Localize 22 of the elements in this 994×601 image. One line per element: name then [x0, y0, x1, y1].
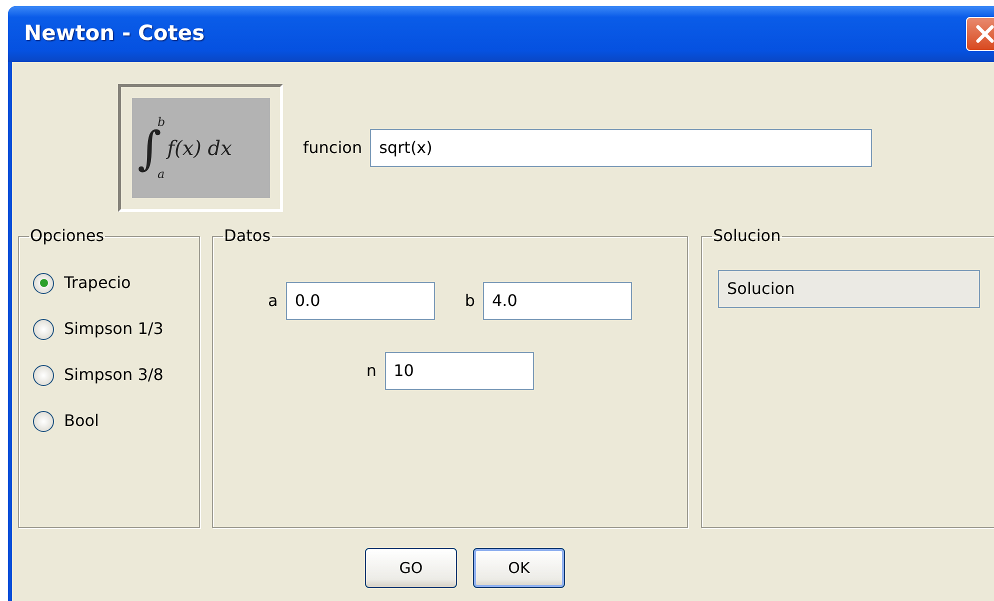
close-button[interactable] — [966, 17, 994, 51]
function-field[interactable]: sqrt(x) — [370, 129, 872, 167]
panel-title: Datos — [223, 228, 272, 244]
ok-button[interactable]: OK — [473, 548, 565, 588]
field-label: funcion — [303, 137, 362, 159]
panel-title: Solucion — [712, 228, 782, 244]
close-icon — [975, 24, 994, 44]
window-title: Newton - Cotes — [24, 20, 205, 48]
number-field[interactable]: 10 — [384, 352, 534, 390]
field-label: n — [366, 360, 377, 382]
number-field[interactable]: 4.0 — [482, 282, 632, 320]
number-field[interactable]: 0.0 — [286, 282, 435, 320]
field-label: a — [268, 290, 278, 312]
radio-option[interactable]: Bool — [33, 398, 99, 444]
go-button[interactable]: GO — [365, 548, 457, 588]
result-field: Solucion — [718, 270, 980, 308]
radio-option[interactable]: Simpson 3/8 — [33, 352, 164, 398]
field-label: b — [464, 290, 475, 312]
radio-option[interactable]: Trapecio — [33, 260, 131, 306]
radio-option[interactable]: Simpson 1/3 — [33, 306, 164, 352]
panel-title: Opciones — [29, 228, 106, 244]
integrand: f(x) dx — [167, 135, 232, 162]
